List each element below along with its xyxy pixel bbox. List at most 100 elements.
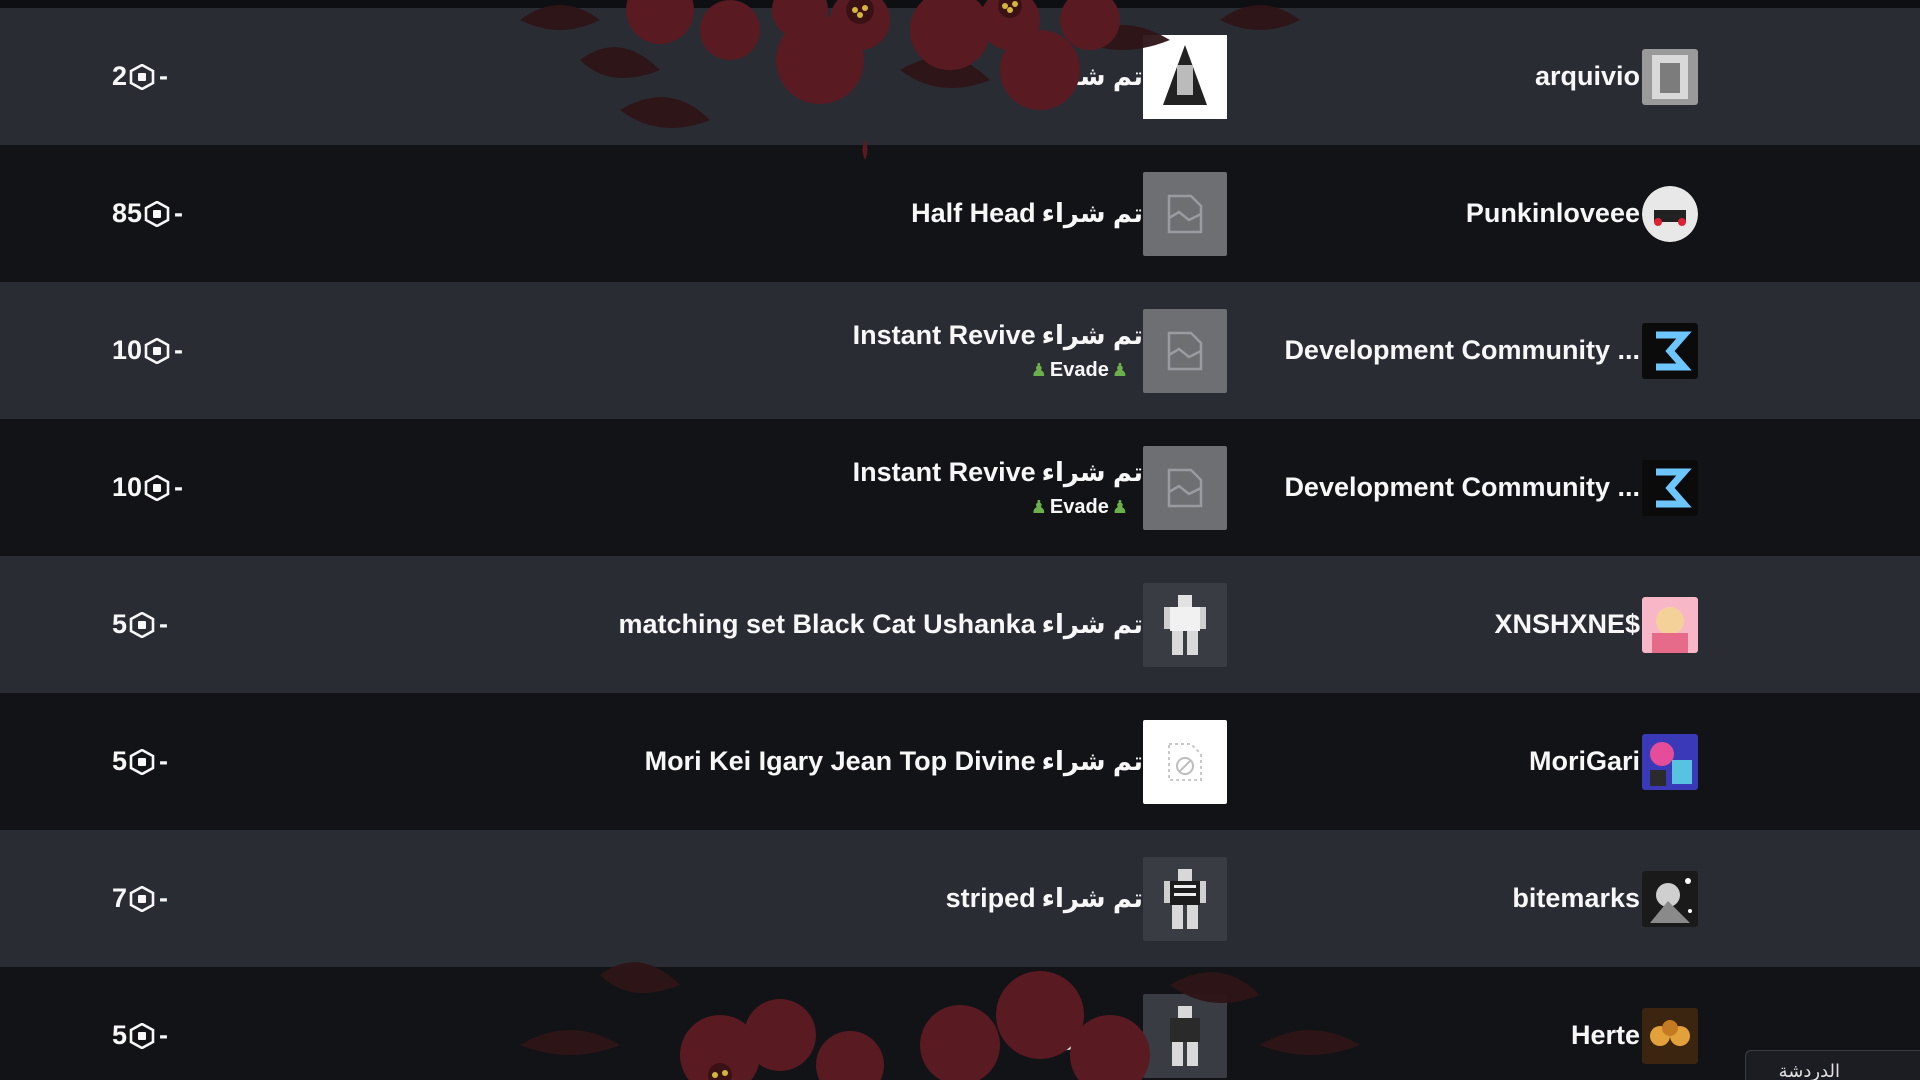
- amount-value: 7: [112, 883, 128, 913]
- amount-sign: -: [174, 198, 184, 228]
- item-cell[interactable]: striped تم شراء: [946, 830, 1227, 967]
- amount-cell: 2 -: [112, 8, 168, 145]
- item-cell[interactable]: b تم شراء: [1019, 8, 1227, 145]
- amount-cell: 10 -: [112, 282, 183, 419]
- item-cell[interactable]: Half Head تم شراء: [911, 145, 1227, 282]
- avatar[interactable]: [1642, 48, 1698, 105]
- user-name[interactable]: Development Community ...: [1284, 335, 1640, 366]
- item-thumbnail[interactable]: [1143, 856, 1227, 941]
- item-thumbnail[interactable]: [1143, 34, 1227, 119]
- item-name[interactable]: matching set Black Cat Ushanka: [619, 609, 1036, 640]
- broken-image-icon: [1167, 331, 1203, 370]
- robux-icon: [144, 337, 170, 364]
- amount-sign: -: [159, 746, 169, 776]
- purchase-label: تم شراء: [1041, 198, 1143, 228]
- avatar[interactable]: [1642, 322, 1698, 379]
- chat-tab-label[interactable]: الدردشة: [1779, 1061, 1840, 1080]
- user-cell[interactable]: MoriGari: [1529, 693, 1698, 830]
- item-cell[interactable]: Mori Kei Igary Jean Top Divine تم شراء: [645, 693, 1227, 830]
- item-thumbnail[interactable]: [1143, 993, 1227, 1078]
- table-row: arquivio b تم شراء 2 -: [0, 8, 1920, 145]
- user-name[interactable]: Development Community ...: [1284, 472, 1640, 503]
- user-cell[interactable]: Punkinloveee: [1466, 145, 1698, 282]
- item-thumbnail[interactable]: [1143, 308, 1227, 393]
- purchase-label: تم شراء: [1041, 61, 1143, 91]
- amount-value: 5: [112, 746, 128, 776]
- user-name[interactable]: arquivio: [1535, 61, 1640, 92]
- avatar[interactable]: [1642, 459, 1698, 516]
- item-name[interactable]: Mori Kei Igary Jean Top Divine: [645, 746, 1036, 777]
- unavailable-image-icon: [1168, 742, 1202, 781]
- broken-image-icon: [1167, 194, 1203, 233]
- item-thumbnail[interactable]: [1143, 582, 1227, 667]
- chat-tab[interactable]: الدردشة: [1745, 1050, 1920, 1080]
- avatar[interactable]: [1642, 596, 1698, 653]
- item-thumbnail[interactable]: [1143, 445, 1227, 530]
- amount-cell: 5 -: [112, 556, 168, 693]
- user-cell[interactable]: arquivio: [1535, 8, 1698, 145]
- table-row: Development Community ... Instant Revive…: [0, 282, 1920, 419]
- creator-name[interactable]: Evade: [1050, 359, 1109, 382]
- amount-sign: -: [159, 61, 169, 91]
- item-cell[interactable]: Instant Revive تم شراء ♟ Evade ♟: [853, 282, 1227, 419]
- transactions-list: arquivio b تم شراء 2 - Punkinloveee Half…: [0, 8, 1920, 1080]
- top-bar: [0, 0, 1920, 8]
- avatar[interactable]: [1642, 185, 1698, 242]
- robux-icon: [144, 474, 170, 501]
- amount-cell: 85 -: [112, 145, 183, 282]
- purchase-label: تم شراء: [1041, 1020, 1143, 1050]
- item-name[interactable]: b: [1019, 61, 1036, 92]
- purchase-label: تم شراء: [1041, 456, 1143, 487]
- robux-icon: [129, 611, 155, 638]
- amount-cell: 5 -: [112, 693, 168, 830]
- user-cell[interactable]: Development Community ...: [1284, 419, 1698, 556]
- robux-icon: [129, 748, 155, 775]
- pear-icon: ♟: [1111, 359, 1128, 380]
- table-row: bitemarks striped تم شراء 7 -: [0, 830, 1920, 967]
- amount-sign: -: [174, 472, 184, 502]
- pear-icon: ♟: [1030, 359, 1047, 380]
- user-cell[interactable]: bitemarks: [1512, 830, 1698, 967]
- creator-link[interactable]: ♟ Evade ♟: [1028, 496, 1131, 519]
- user-name[interactable]: XNSHXNE$: [1494, 609, 1640, 640]
- purchase-label: تم شراء: [1041, 746, 1143, 776]
- user-name[interactable]: Herte: [1571, 1020, 1640, 1051]
- item-thumbnail[interactable]: [1143, 719, 1227, 804]
- amount-sign: -: [159, 1020, 169, 1050]
- item-name[interactable]: striped: [946, 883, 1036, 914]
- amount-value: 10: [112, 335, 143, 365]
- user-cell[interactable]: Herte: [1571, 967, 1698, 1080]
- amount-sign: -: [174, 335, 184, 365]
- robux-icon: [144, 200, 170, 227]
- pear-icon: ♟: [1111, 496, 1128, 517]
- item-name[interactable]: Instant Revive: [853, 320, 1036, 351]
- purchase-label: تم شراء: [1041, 319, 1143, 350]
- amount-cell: 10 -: [112, 419, 183, 556]
- table-row: Herte تم شراء 5 -: [0, 967, 1920, 1080]
- user-cell[interactable]: XNSHXNE$: [1494, 556, 1698, 693]
- avatar[interactable]: [1642, 733, 1698, 790]
- user-name[interactable]: MoriGari: [1529, 746, 1640, 777]
- item-name[interactable]: Half Head: [911, 198, 1036, 229]
- item-thumbnail[interactable]: [1143, 171, 1227, 256]
- amount-value: 2: [112, 61, 128, 91]
- table-row: MoriGari Mori Kei Igary Jean Top Divine …: [0, 693, 1920, 830]
- item-cell[interactable]: تم شراء: [1036, 967, 1227, 1080]
- table-row: XNSHXNE$ matching set Black Cat Ushanka …: [0, 556, 1920, 693]
- item-cell[interactable]: matching set Black Cat Ushanka تم شراء: [619, 556, 1227, 693]
- item-cell[interactable]: Instant Revive تم شراء ♟ Evade ♟: [853, 419, 1227, 556]
- avatar[interactable]: [1642, 870, 1698, 927]
- table-row: Punkinloveee Half Head تم شراء 85 -: [0, 145, 1920, 282]
- amount-value: 85: [112, 198, 143, 228]
- purchase-label: تم شراء: [1041, 609, 1143, 639]
- amount-value: 5: [112, 609, 128, 639]
- item-name[interactable]: Instant Revive: [853, 457, 1036, 488]
- user-name[interactable]: Punkinloveee: [1466, 198, 1640, 229]
- avatar[interactable]: [1642, 1007, 1698, 1064]
- creator-name[interactable]: Evade: [1050, 496, 1109, 519]
- amount-cell: 7 -: [112, 830, 168, 967]
- robux-icon: [129, 1022, 155, 1049]
- user-cell[interactable]: Development Community ...: [1284, 282, 1698, 419]
- creator-link[interactable]: ♟ Evade ♟: [1028, 359, 1131, 382]
- user-name[interactable]: bitemarks: [1512, 883, 1640, 914]
